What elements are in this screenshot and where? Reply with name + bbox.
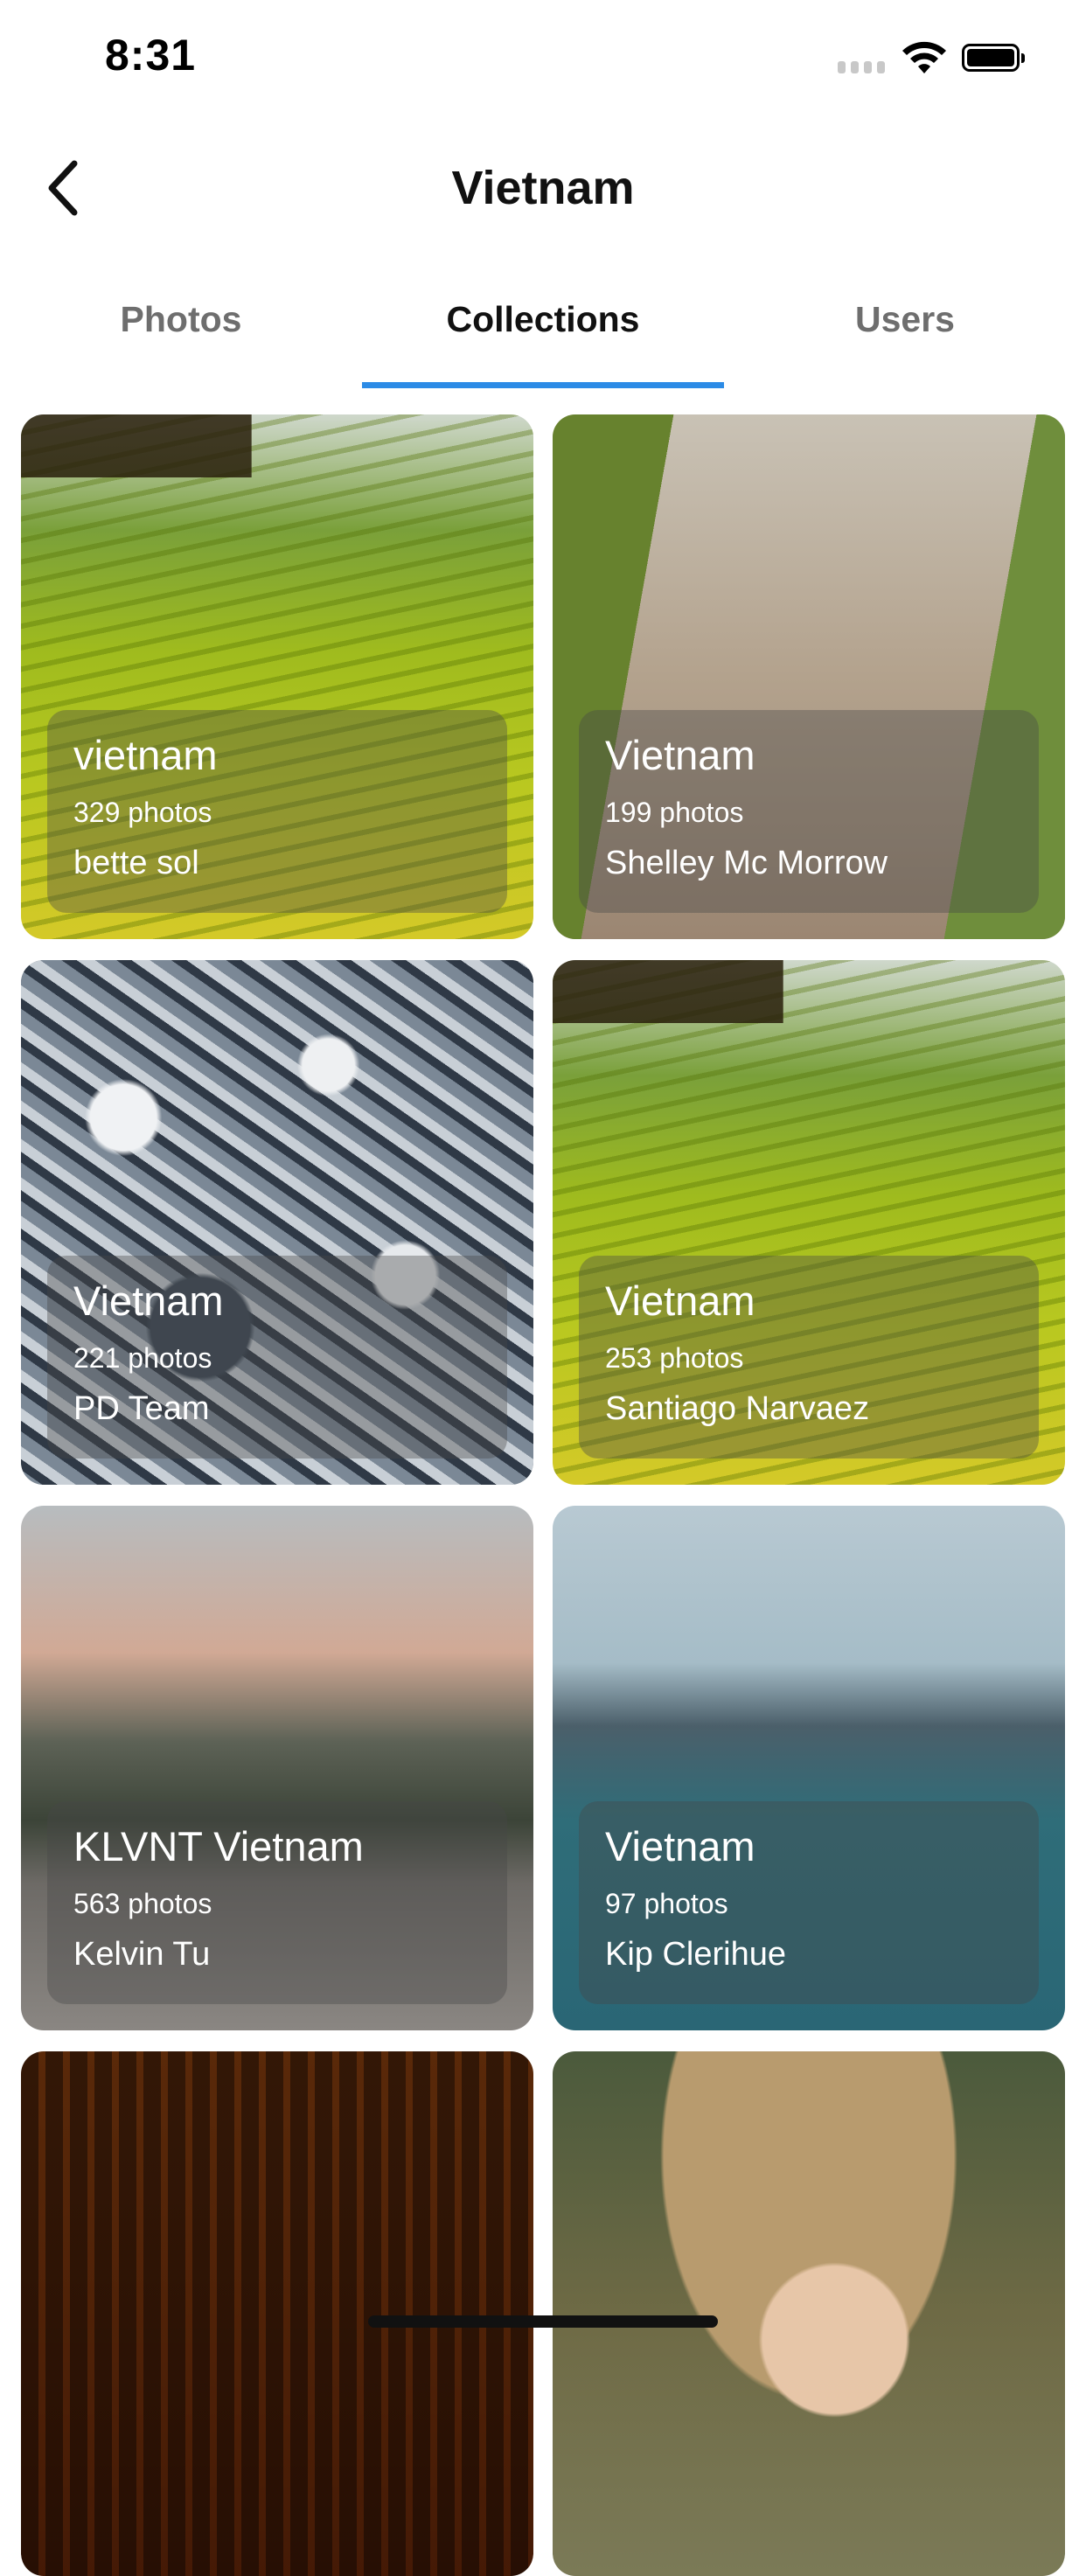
header: Vietnam — [0, 131, 1086, 245]
collection-author: Santiago Narvaez — [605, 1390, 870, 1427]
active-tab-indicator — [362, 382, 724, 388]
tab-users[interactable]: Users — [724, 280, 1086, 388]
collection-photo-count: 329 photos — [73, 797, 212, 828]
home-indicator[interactable] — [368, 2315, 718, 2328]
collection-card[interactable]: Vietnam 97 photos Kip Clerihue — [553, 1506, 1065, 2030]
page-title: Vietnam — [451, 162, 635, 214]
cellular-signal-icon — [838, 61, 885, 73]
collections-grid: vietnam 329 photos bette sol Vietnam 199… — [21, 414, 1065, 2576]
collection-card[interactable]: Vietnam 199 photos Shelley Mc Morrow — [553, 414, 1065, 939]
collection-author: Shelley Mc Morrow — [605, 845, 888, 881]
collection-title: Vietnam — [605, 1823, 755, 1869]
collection-photo-count: 97 photos — [605, 1888, 728, 1919]
collection-title: KLVNT Vietnam — [73, 1823, 364, 1869]
tab-bar: Photos Collections Users — [0, 280, 1086, 388]
collection-photo-count: 563 photos — [73, 1888, 212, 1919]
tab-label: Collections — [446, 299, 640, 339]
collection-card[interactable]: Vietnam 221 photos PD Team — [21, 960, 533, 1485]
collection-title: vietnam — [73, 732, 218, 778]
tab-label: Photos — [120, 299, 242, 339]
collection-photo-count: 221 photos — [73, 1342, 212, 1374]
collection-card[interactable]: vietnam 329 photos bette sol — [21, 414, 533, 939]
collection-title: Vietnam — [605, 732, 755, 778]
tab-collections[interactable]: Collections — [362, 280, 724, 388]
collection-cover-image — [21, 2051, 533, 2576]
wifi-icon — [902, 41, 946, 73]
collection-author: PD Team — [73, 1390, 210, 1427]
tab-label: Users — [855, 299, 955, 339]
tab-photos[interactable]: Photos — [0, 280, 362, 388]
collection-card[interactable] — [553, 2051, 1065, 2576]
collection-card[interactable]: KLVNT Vietnam 563 photos Kelvin Tu — [21, 1506, 533, 2030]
collection-cover-image — [553, 2051, 1065, 2576]
collection-photo-count: 253 photos — [605, 1342, 744, 1374]
collection-author: Kelvin Tu — [73, 1936, 211, 1973]
collection-card[interactable] — [21, 2051, 533, 2576]
collection-author: Kip Clerihue — [605, 1936, 786, 1973]
status-bar: 8:31 — [0, 0, 1086, 114]
collection-card[interactable]: Vietnam 253 photos Santiago Narvaez — [553, 960, 1065, 1485]
collection-photo-count: 199 photos — [605, 797, 744, 828]
collection-title: Vietnam — [605, 1278, 755, 1324]
battery-icon — [962, 44, 1025, 72]
status-time: 8:31 — [105, 31, 197, 80]
collection-title: Vietnam — [73, 1278, 224, 1324]
collection-author: bette sol — [73, 845, 199, 881]
